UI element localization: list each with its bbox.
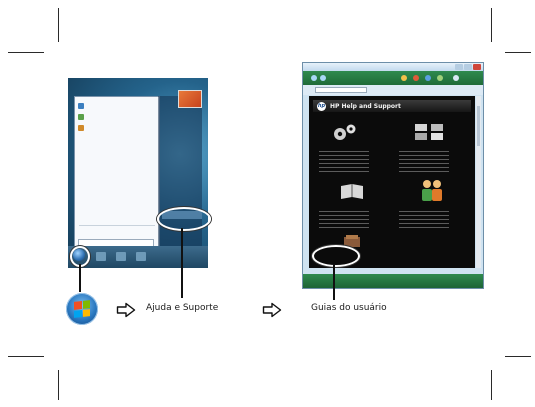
start-menu-program-item[interactable] <box>78 112 154 122</box>
help-search-row <box>303 85 483 95</box>
start-menu-right-item[interactable] <box>162 170 198 178</box>
taskbar-button[interactable] <box>96 252 106 261</box>
back-icon[interactable] <box>311 75 317 81</box>
step-label-help-support: Ajuda e Suporte <box>146 303 219 313</box>
start-menu-right-item[interactable] <box>162 180 198 188</box>
start-menu-right-item[interactable] <box>162 150 198 158</box>
callout-line-user-guides <box>333 264 335 300</box>
start-menu-right-item[interactable] <box>162 120 198 128</box>
ask-icon[interactable] <box>437 75 443 81</box>
windows-start-orb-icon <box>66 293 98 325</box>
crop-mark-bottom-left <box>58 370 59 400</box>
menu-divider <box>79 225 155 226</box>
window-title-bar <box>303 63 483 71</box>
callout-ring-user-guides <box>312 245 360 267</box>
callout-ring-help-support <box>157 207 211 231</box>
minimize-button[interactable] <box>455 64 463 70</box>
start-menu-right-item[interactable] <box>162 140 198 148</box>
start-menu-right-item[interactable] <box>162 160 198 168</box>
program-icon <box>78 103 84 109</box>
section-links[interactable] <box>399 208 449 228</box>
start-menu-program-item[interactable] <box>78 101 154 111</box>
home-icon[interactable] <box>401 75 407 81</box>
crop-mark-top-right <box>491 8 492 42</box>
callout-line-help-support <box>181 228 183 298</box>
outline-right-arrow-icon <box>116 302 136 318</box>
step-label-user-guides: Guias do usuário <box>311 303 387 313</box>
crop-mark-right-lower <box>505 356 531 357</box>
start-menu-program-item[interactable] <box>78 123 154 133</box>
start-menu-programs-pane <box>74 96 160 262</box>
vertical-scrollbar[interactable] <box>476 96 481 268</box>
start-menu-screenshot <box>68 78 208 268</box>
crop-mark-left-upper <box>8 52 44 53</box>
close-button[interactable] <box>473 64 481 70</box>
hp-logo: hp <box>317 101 326 111</box>
section-links[interactable] <box>319 208 369 228</box>
crop-mark-top-left <box>58 8 59 42</box>
help-content-area: hp HP Help and Support <box>309 96 475 268</box>
start-menu-right-item[interactable] <box>162 110 198 118</box>
gears-icon <box>334 124 356 140</box>
scrollbar-thumb[interactable] <box>477 106 480 146</box>
start-menu-right-item[interactable] <box>162 130 198 138</box>
callout-line-start <box>79 264 81 292</box>
user-picture <box>178 90 202 108</box>
section-links[interactable] <box>319 148 369 172</box>
devices-icon <box>415 124 443 140</box>
options-icon[interactable] <box>453 75 459 81</box>
print-icon[interactable] <box>413 75 419 81</box>
people-icon <box>422 180 442 201</box>
section-links[interactable] <box>399 148 449 172</box>
start-menu-right-item[interactable] <box>162 190 198 198</box>
crop-mark-right-upper <box>505 52 531 53</box>
help-toolbar <box>303 71 483 85</box>
outline-right-arrow-icon <box>262 302 282 318</box>
browse-icon[interactable] <box>425 75 431 81</box>
forward-icon[interactable] <box>320 75 326 81</box>
windows-flag-icon <box>74 300 90 318</box>
window-controls <box>455 64 481 70</box>
crop-mark-left-lower <box>8 356 44 357</box>
books-icon <box>341 184 363 199</box>
hp-help-header: hp HP Help and Support <box>313 100 471 112</box>
maximize-button[interactable] <box>464 64 472 70</box>
hp-help-title: HP Help and Support <box>330 102 401 110</box>
taskbar-button[interactable] <box>136 252 146 261</box>
help-search-input[interactable] <box>315 87 367 93</box>
program-icon <box>78 114 84 120</box>
crop-mark-bottom-right <box>491 370 492 400</box>
program-icon <box>78 125 84 131</box>
taskbar-button[interactable] <box>116 252 126 261</box>
help-status-bar <box>303 274 483 288</box>
